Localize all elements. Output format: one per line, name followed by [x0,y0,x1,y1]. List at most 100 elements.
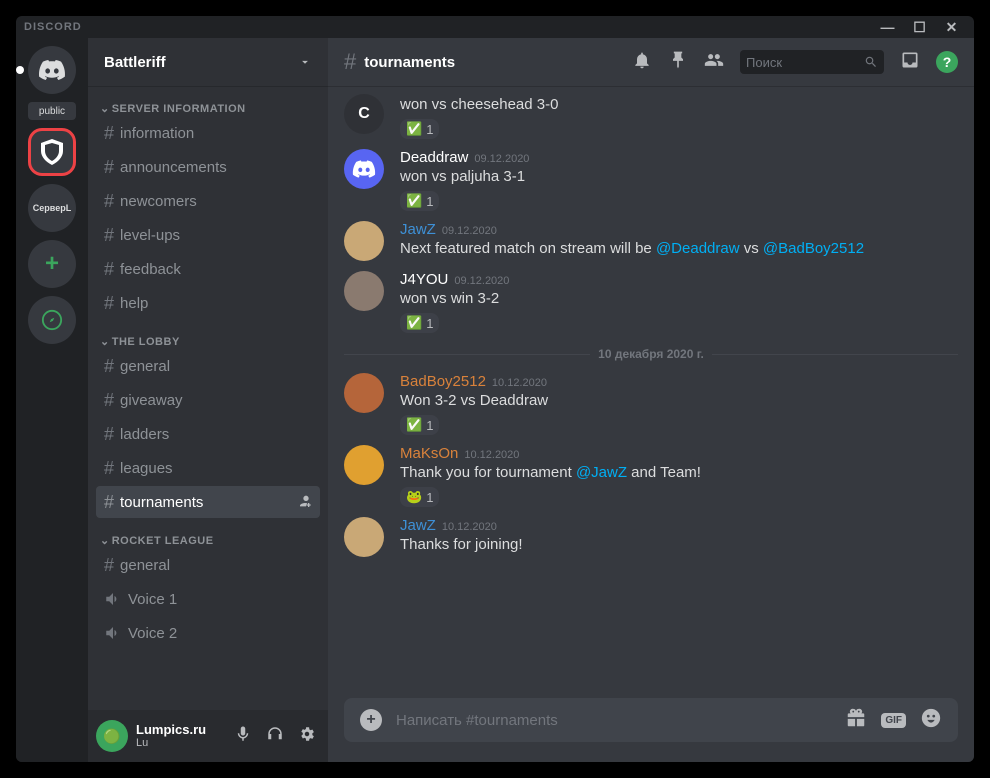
close-button[interactable]: ✕ [938,17,966,37]
reaction[interactable]: ✅1 [400,313,439,333]
message-author[interactable]: Deaddraw [400,149,468,166]
channel-feedback[interactable]: #feedback [96,253,320,285]
server-header[interactable]: Battleriff [88,38,328,86]
shield-icon [37,137,67,167]
user-name: Lumpics.ru [136,722,206,738]
mention[interactable]: @JawZ [576,464,627,481]
chat-header: # tournaments Поиск ? [328,38,974,86]
mute-button[interactable] [230,721,256,752]
emoji-icon [920,707,942,729]
server-2[interactable]: СерверL [28,184,76,232]
members-button[interactable] [704,50,724,75]
user-area: 🟢 Lumpics.ru Lu [88,710,328,762]
gift-icon [845,707,867,729]
server-battleriff[interactable] [28,128,76,176]
message: Cwon vs cheesehead 3-0✅1 [344,86,958,141]
hash-icon: # [104,293,114,314]
channel-general[interactable]: #general [96,549,320,581]
user-avatar[interactable]: 🟢 [96,720,128,752]
inbox-button[interactable] [900,50,920,75]
minimize-button[interactable]: — [874,17,902,37]
channel-Voice-1[interactable]: Voice 1 [96,583,320,615]
reaction[interactable]: 🐸1 [400,487,439,507]
hash-icon: # [104,157,114,178]
channel-ladders[interactable]: #ladders [96,418,320,450]
message: Deaddraw09.12.2020won vs paljuha 3-1✅1 [344,141,958,213]
channel-level-ups[interactable]: #level-ups [96,219,320,251]
message-content: Won 3-2 vs Deaddraw [400,390,958,411]
help-button[interactable]: ? [936,51,958,73]
message: JawZ09.12.2020Next featured match on str… [344,213,958,263]
channel-general[interactable]: #general [96,350,320,382]
timestamp: 09.12.2020 [474,153,529,165]
gif-button[interactable]: GIF [881,713,906,728]
avatar[interactable]: C [344,94,384,134]
chat-area: # tournaments Поиск ? Cwon vs cheesehead… [328,38,974,762]
reaction[interactable]: ✅1 [400,119,439,139]
message-author[interactable]: MaKsOn [400,445,458,462]
date-divider: 10 декабря 2020 г. [590,347,712,361]
speaker-icon [104,624,122,642]
avatar[interactable] [344,517,384,557]
category-header[interactable]: ⌄SERVER INFORMATION [96,102,320,115]
avatar[interactable] [344,271,384,311]
message-author[interactable]: J4YOU [400,271,448,288]
add-server-button[interactable]: + [28,240,76,288]
emoji-button[interactable] [920,707,942,733]
messages-list: Cwon vs cheesehead 3-0✅1 Deaddraw 09.12.20… [328,86,974,698]
avatar[interactable] [344,445,384,485]
message: MaKsOn10.12.2020Thank you for tournament… [344,437,958,509]
message-author[interactable]: JawZ [400,517,436,534]
message-content: won vs win 3-2 [400,288,958,309]
pinned-button[interactable] [668,50,688,75]
channel-tournaments[interactable]: #tournaments [96,486,320,518]
hash-icon: # [104,123,114,144]
timestamp: 09.12.2020 [454,275,509,287]
add-user-icon[interactable] [296,493,312,512]
channel-leagues[interactable]: #leagues [96,452,320,484]
guild-list: public СерверL + [16,38,88,762]
reaction[interactable]: ✅1 [400,415,439,435]
avatar[interactable] [344,149,384,189]
mention[interactable]: @Deaddraw [656,240,740,257]
deafen-button[interactable] [262,721,288,752]
gear-icon [298,725,316,743]
search-input[interactable]: Поиск [740,50,884,74]
message-author[interactable]: JawZ [400,221,436,238]
channel-announcements[interactable]: #announcements [96,151,320,183]
discord-logo-icon [38,56,66,84]
message: BadBoy251210.12.2020Won 3-2 vs Deaddraw✅… [344,365,958,437]
avatar[interactable] [344,373,384,413]
timestamp: 09.12.2020 [442,225,497,237]
chevron-down-icon [298,55,312,69]
explore-button[interactable] [28,296,76,344]
home-button[interactable] [28,46,76,94]
channel-information[interactable]: #information [96,117,320,149]
mention[interactable]: @BadBoy2512 [763,240,864,257]
public-folder[interactable]: public [28,102,76,120]
message-author[interactable]: BadBoy2512 [400,373,486,390]
message: J4YOU 09.12.2020won vs win 3-2 ✅1 [344,263,958,335]
headphones-icon [266,725,284,743]
channel-giveaway[interactable]: #giveaway [96,384,320,416]
hash-icon: # [104,458,114,479]
category-header[interactable]: ⌄ROCKET LEAGUE [96,534,320,547]
members-icon [704,50,724,70]
hash-icon: # [344,49,356,75]
maximize-button[interactable]: ☐ [906,17,934,37]
reaction[interactable]: ✅1 [400,191,439,211]
avatar[interactable] [344,221,384,261]
notification-button[interactable] [632,50,652,75]
channel-newcomers[interactable]: #newcomers [96,185,320,217]
gift-button[interactable] [845,707,867,733]
server-name: Battleriff [104,54,166,71]
channel-Voice-2[interactable]: Voice 2 [96,617,320,649]
channels-sidebar: Battleriff ⌄SERVER INFORMATION #informati… [88,38,328,762]
channel-help[interactable]: #help [96,287,320,319]
category-header[interactable]: ⌄THE LOBBY [96,335,320,348]
app-title: DISCORD [24,21,82,33]
attach-button[interactable]: + [360,709,382,731]
hash-icon: # [104,191,114,212]
message-input[interactable]: + Написать #tournaments GIF [344,698,958,742]
settings-button[interactable] [294,721,320,752]
